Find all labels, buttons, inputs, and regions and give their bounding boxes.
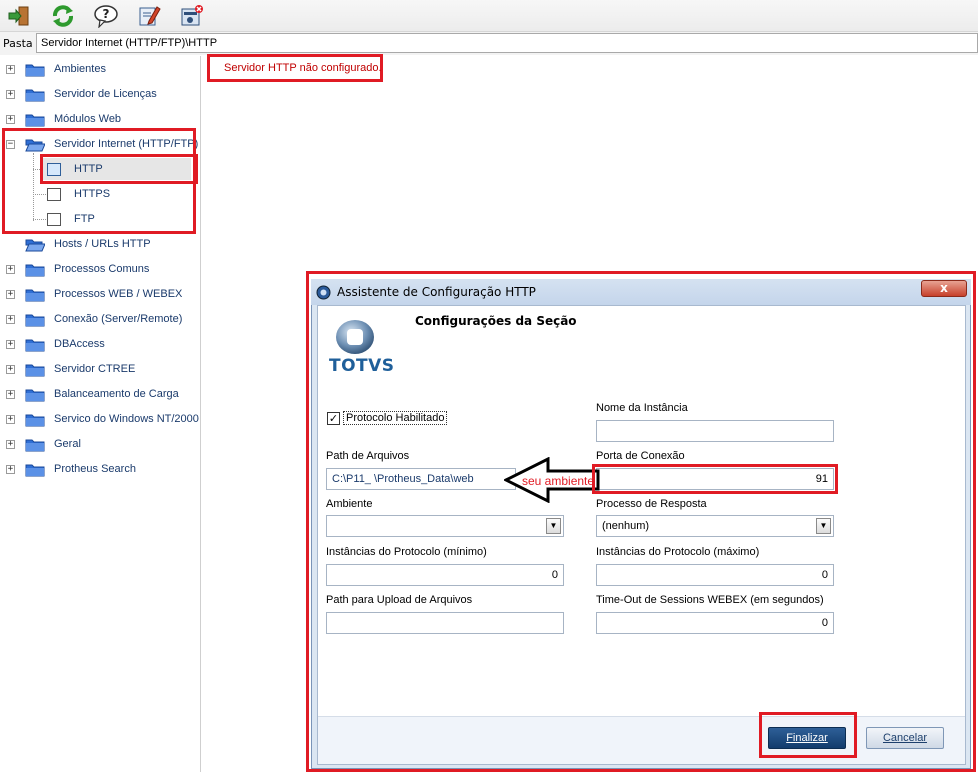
tree-item-processos-comuns[interactable]: + Processos Comuns — [0, 258, 200, 280]
path-label: Pasta — [3, 37, 33, 50]
tree-item-hosts-urls[interactable]: Hosts / URLs HTTP — [0, 233, 200, 255]
highlight-box — [306, 271, 976, 772]
expand-icon[interactable]: + — [6, 415, 15, 424]
tree-item-label: Servico do Windows NT/2000 — [54, 413, 199, 425]
expand-icon[interactable]: + — [6, 315, 15, 324]
tree-item-label: Ambientes — [54, 63, 106, 75]
svg-text:?: ? — [103, 7, 110, 21]
tree-item-ambientes[interactable]: + Ambientes — [0, 58, 200, 80]
expand-icon[interactable]: + — [6, 90, 15, 99]
expand-icon[interactable]: + — [6, 265, 15, 274]
tree-item-label: Protheus Search — [54, 463, 136, 475]
tree-item-label: Processos WEB / WEBEX — [54, 288, 183, 300]
edit-icon[interactable] — [135, 2, 163, 30]
tree-item-modulos-web[interactable]: + Módulos Web — [0, 108, 200, 130]
tree-item-label: DBAccess — [54, 338, 105, 350]
tree-item-label: Módulos Web — [54, 113, 122, 125]
tree-item-label: Processos Comuns — [54, 263, 150, 275]
tree-item-geral[interactable]: + Geral — [0, 433, 200, 455]
error-message: Servidor HTTP não configurado. — [224, 62, 382, 74]
folder-icon — [25, 289, 45, 302]
tree-item-conexao[interactable]: + Conexão (Server/Remote) — [0, 308, 200, 330]
tree-item-servidor-ctree[interactable]: + Servidor CTREE — [0, 358, 200, 380]
refresh-icon[interactable] — [49, 2, 77, 30]
folder-icon — [25, 314, 45, 327]
expand-icon[interactable]: + — [6, 440, 15, 449]
folder-icon — [25, 339, 45, 352]
tree-item-protheus-search[interactable]: + Protheus Search — [0, 458, 200, 480]
folder-icon — [25, 64, 45, 77]
expand-icon[interactable]: + — [6, 115, 15, 124]
tree-item-servico-windows[interactable]: + Servico do Windows NT/2000 — [0, 408, 200, 430]
folder-icon — [25, 89, 45, 102]
tree-item-label: Servidor CTREE — [54, 363, 136, 375]
exit-icon[interactable] — [5, 2, 33, 30]
folder-icon — [25, 239, 45, 252]
toolbar: ? — [0, 0, 978, 32]
folder-icon — [25, 264, 45, 277]
expand-icon[interactable]: + — [6, 390, 15, 399]
folder-icon — [25, 389, 45, 402]
tree-item-servidor-licencas[interactable]: + Servidor de Licenças — [0, 83, 200, 105]
tree-item-label: Hosts / URLs HTTP — [54, 238, 151, 250]
help-icon[interactable]: ? — [92, 2, 120, 30]
tree-item-label: Geral — [54, 438, 81, 450]
folder-icon — [25, 114, 45, 127]
config-icon[interactable] — [178, 2, 206, 30]
tree-item-balanceamento[interactable]: + Balanceamento de Carga — [0, 383, 200, 405]
highlight-box — [40, 154, 198, 184]
expand-icon[interactable]: + — [6, 465, 15, 474]
tree-item-label: Conexão (Server/Remote) — [54, 313, 183, 325]
expand-icon[interactable]: + — [6, 290, 15, 299]
folder-icon — [25, 414, 45, 427]
expand-icon[interactable]: + — [6, 365, 15, 374]
tree-item-label: Balanceamento de Carga — [54, 388, 179, 400]
folder-icon — [25, 364, 45, 377]
tree-item-dbaccess[interactable]: + DBAccess — [0, 333, 200, 355]
folder-icon — [25, 439, 45, 452]
tree-item-label: Servidor de Licenças — [54, 88, 157, 100]
path-input[interactable]: Servidor Internet (HTTP/FTP)\HTTP — [36, 33, 978, 53]
tree-item-processos-web[interactable]: + Processos WEB / WEBEX — [0, 283, 200, 305]
expand-icon[interactable]: + — [6, 65, 15, 74]
folder-icon — [25, 464, 45, 477]
expand-icon[interactable]: + — [6, 340, 15, 349]
